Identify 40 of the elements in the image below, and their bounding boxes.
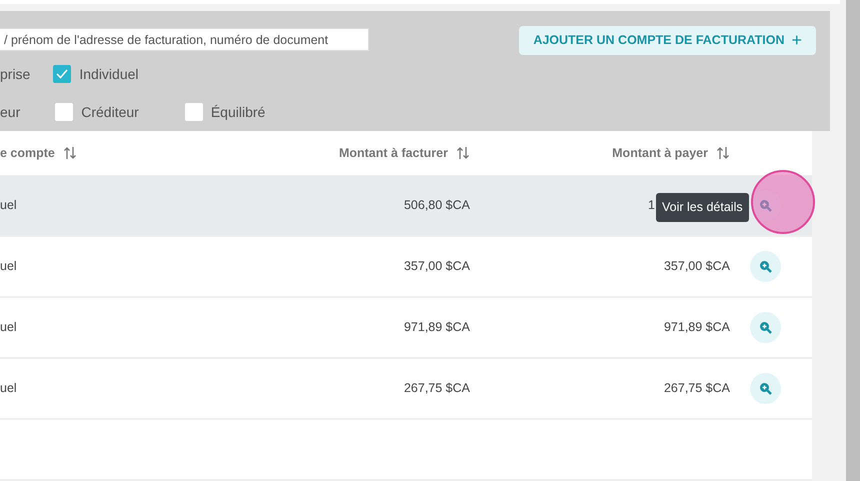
table-cell-text: uel (0, 380, 17, 398)
table-cell-text: 506,80 $CA (404, 197, 470, 214)
check-icon (56, 69, 68, 79)
checkbox[interactable] (184, 103, 203, 121)
checkbox-label: Individuel (79, 64, 139, 84)
table-cell-text: uel (0, 197, 17, 214)
filter-label[interactable]: eur (0, 102, 20, 122)
zoom-in-icon (758, 199, 772, 212)
zoom-in-icon (758, 321, 772, 334)
add-billing-account-button[interactable]: AJOUTER UN COMPTE DE FACTURATION + (519, 26, 816, 55)
checkbox[interactable] (53, 65, 72, 83)
tooltip: Voir les détails (656, 193, 749, 222)
search-field[interactable]: / prénom de l'adresse de facturation, numéro de document (0, 28, 369, 51)
table-cell-text: 1 (648, 197, 655, 214)
view-details-button[interactable] (750, 373, 780, 404)
view-details-button[interactable] (750, 312, 780, 343)
table-cell-text: 357,00 $CA (404, 258, 470, 276)
sort-icon[interactable] (62, 146, 77, 160)
checkbox-label: Équilibré (210, 102, 266, 122)
checkbox-label: Créditeur (81, 102, 139, 122)
column-header[interactable]: Montant à facturer (338, 144, 448, 162)
table-cell-text: uel (0, 258, 17, 276)
scrollbar[interactable] (846, 0, 860, 481)
click-highlight (751, 170, 815, 234)
table-cell-text: 267,75 $CA (404, 380, 470, 398)
zoom-in-icon (758, 382, 772, 395)
table-cell-text: 267,75 $CA (664, 380, 730, 398)
table-cell-text: uel (0, 319, 17, 336)
view-details-button[interactable] (750, 251, 780, 282)
zoom-in-icon (758, 260, 772, 273)
table-cell-text: 971,89 $CA (664, 319, 730, 336)
table-cell-text: 971,89 $CA (404, 319, 470, 336)
table-cell-text: 357,00 $CA (664, 258, 730, 276)
view-details-button[interactable] (750, 190, 780, 221)
checkbox[interactable] (55, 103, 74, 121)
filter-label[interactable]: prise (0, 64, 30, 84)
sort-icon[interactable] (456, 146, 470, 160)
column-header[interactable]: Montant à payer (612, 144, 708, 162)
column-header[interactable]: e compte (0, 144, 55, 162)
sort-icon[interactable] (716, 146, 730, 160)
